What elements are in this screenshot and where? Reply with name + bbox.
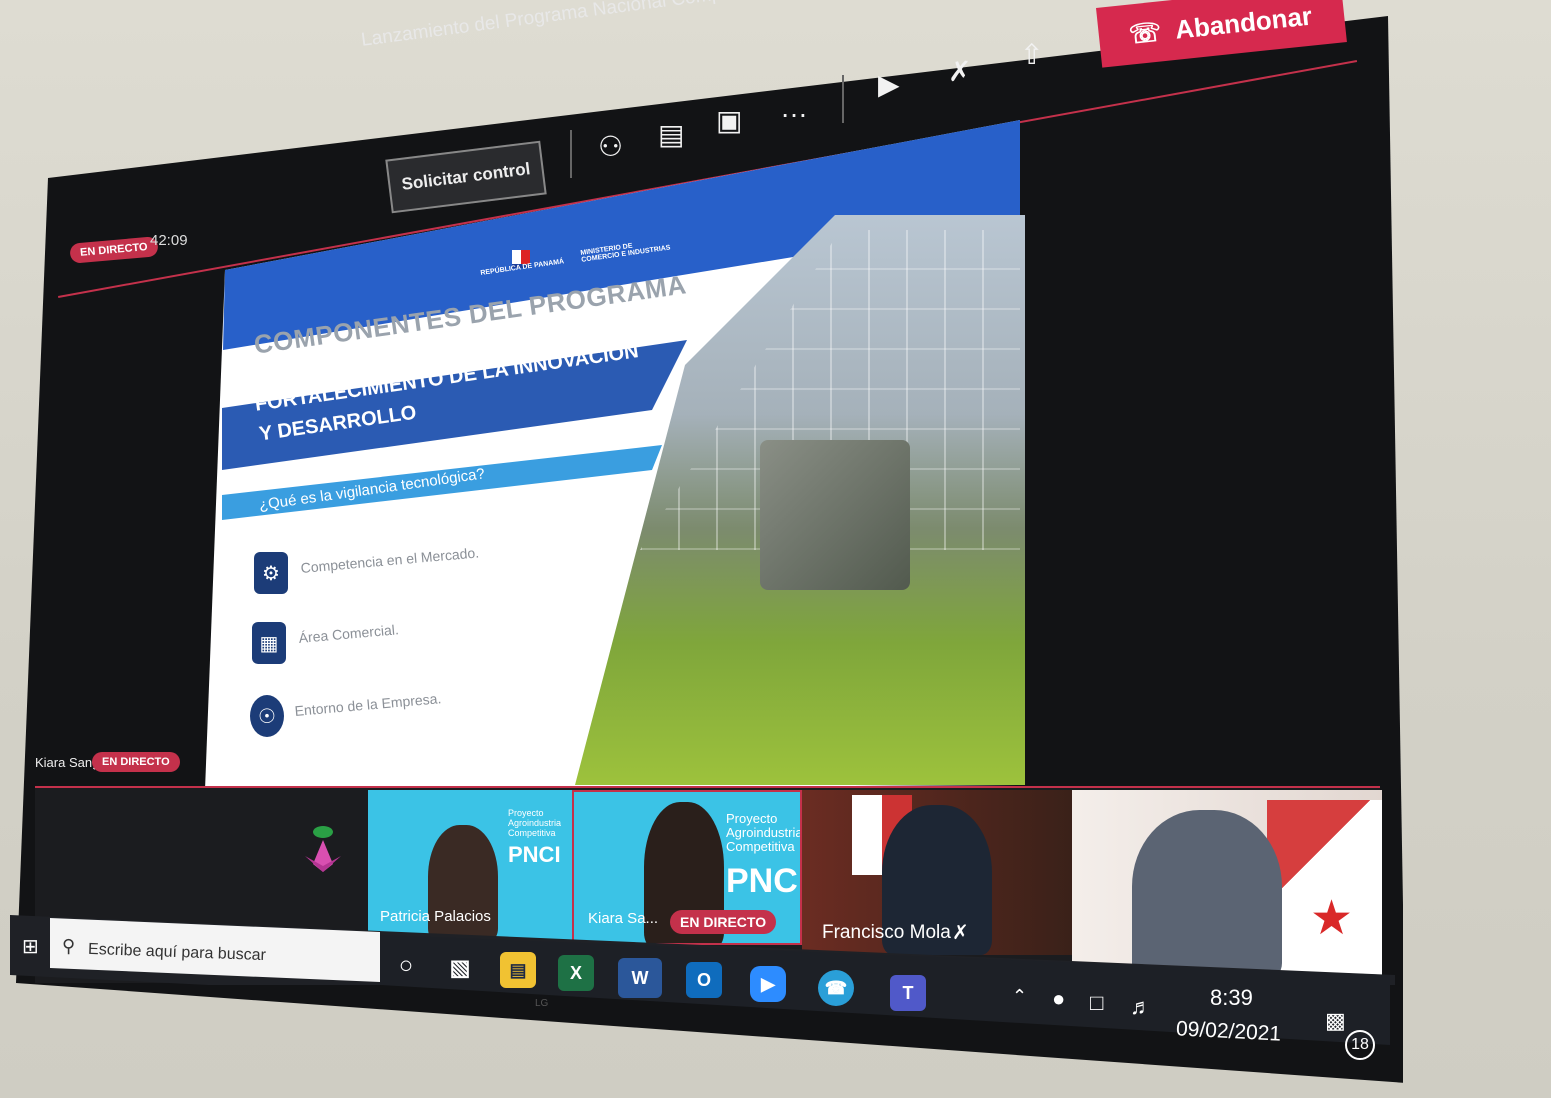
chat-app-icon[interactable]: ☎ [818, 970, 854, 1006]
search-icon: ⚲ [62, 936, 76, 956]
participant-live-badge: EN DIRECTO [670, 910, 777, 934]
phone-icon: ☏ [1127, 15, 1163, 50]
participant-tile[interactable]: Proyecto Agroindustria Competitiva PNCI … [368, 790, 572, 940]
more-icon[interactable]: … [780, 92, 808, 124]
outlook-icon[interactable]: O [686, 962, 722, 998]
market-icon: ⚙ [254, 552, 288, 594]
mic-off-icon: ✗ [952, 922, 969, 944]
participant-tile[interactable]: Francisco Mola ✗ [802, 790, 1072, 955]
elapsed-timer: 42:09 [150, 232, 188, 249]
presenter-name: Kiara Sang [35, 755, 100, 770]
share-icon[interactable]: ⇧ [1020, 38, 1043, 71]
participant-name: Patricia Palacios [380, 908, 491, 925]
cortana-icon[interactable]: ○ [388, 948, 424, 984]
banner-big-text: PNCI [726, 862, 802, 900]
lotus-avatar-icon [300, 822, 346, 876]
commerce-icon: ▦ [252, 622, 286, 664]
banner-small-text: Proyecto Agroindustrial Competitiva [726, 811, 802, 854]
word-icon[interactable]: W [618, 958, 662, 998]
participant-name: Francisco Mola [822, 922, 951, 943]
notification-count-badge: 18 [1345, 1030, 1375, 1060]
participant-name: Kiara Sa... [588, 910, 659, 927]
participant-video [1132, 810, 1282, 980]
leave-button[interactable]: ☏ Abandonar [1096, 0, 1347, 68]
participant-tile-active[interactable]: Proyecto Agroindustrial Competitiva PNCI… [572, 790, 802, 945]
mic-off-icon[interactable]: ✗ [948, 55, 971, 88]
zoom-icon[interactable]: ▶ [750, 966, 786, 1002]
file-explorer-icon[interactable]: ▤ [500, 952, 536, 988]
presenter-live-badge: EN DIRECTO [92, 752, 180, 772]
meeting-title: Lanzamiento del Programa Nacional Compet… [360, 0, 880, 51]
teams-icon[interactable]: T [890, 975, 926, 1011]
task-view-icon[interactable]: ▧ [442, 950, 478, 986]
flag-star-icon: ★ [1310, 892, 1354, 945]
excel-icon[interactable]: X [558, 955, 594, 991]
chat-icon[interactable]: ▤ [658, 118, 684, 151]
banner-small-text: Proyecto Agroindustria Competitiva [508, 808, 562, 838]
network-icon[interactable]: □ [1090, 990, 1103, 1016]
leave-label: Abandonar [1173, 0, 1314, 45]
reactions-icon[interactable]: ▣ [716, 104, 742, 137]
irrigation-machine [760, 440, 910, 590]
camera-icon[interactable]: ▶ [878, 68, 900, 101]
participants-icon[interactable]: ⚇ [598, 130, 623, 163]
volume-icon[interactable]: ♬ [1130, 994, 1152, 1020]
microphone-icon[interactable]: ● [1052, 986, 1065, 1012]
banner-big-text: PNCI [508, 842, 561, 867]
company-icon: ☉ [250, 695, 284, 737]
participant-tile[interactable]: ★ [1072, 790, 1382, 980]
live-badge: EN DIRECTO [69, 236, 159, 264]
toolbar-divider [842, 75, 844, 123]
chevron-up-icon[interactable]: ⌃ [1012, 986, 1027, 1007]
taskbar-time[interactable]: 8:39 [1210, 985, 1253, 1011]
toolbar-divider [570, 130, 572, 178]
request-control-button[interactable]: Solicitar control [385, 140, 547, 214]
windows-start-icon[interactable]: ⊞ [22, 934, 39, 959]
teams-meeting-window: Lanzamiento del Programa Nacional Compet… [0, 0, 1551, 1098]
taskbar-date[interactable]: 09/02/2021 [1175, 1017, 1281, 1046]
notification-center-icon[interactable]: ▩ [1325, 1008, 1346, 1034]
